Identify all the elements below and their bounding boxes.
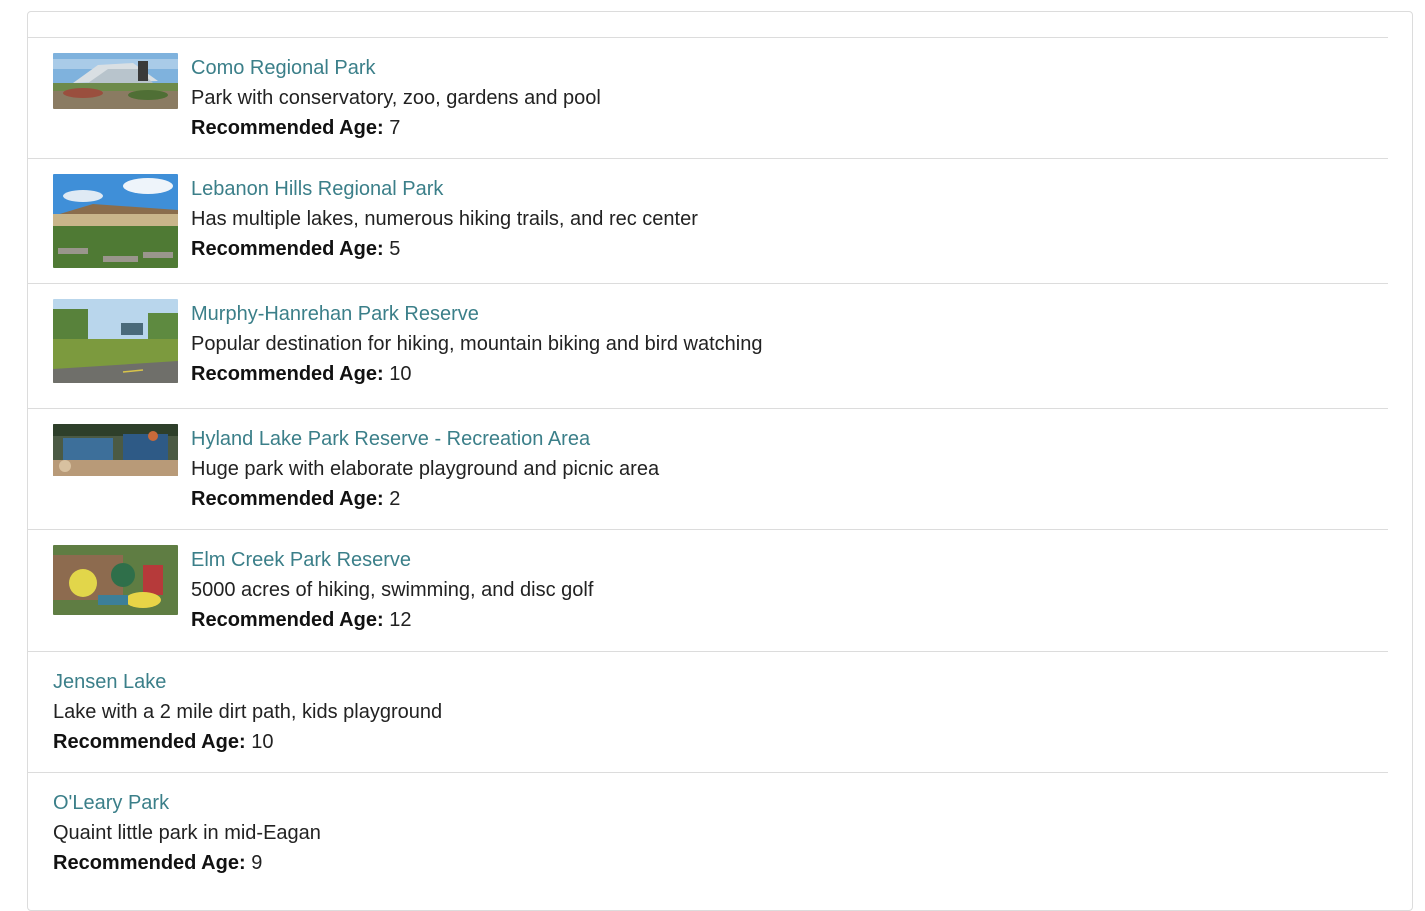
age-label: Recommended Age: bbox=[191, 363, 384, 385]
age-label: Recommended Age: bbox=[191, 488, 384, 510]
park-thumbnail bbox=[53, 424, 178, 476]
park-title-link[interactable]: Elm Creek Park Reserve bbox=[191, 545, 593, 575]
park-description: Has multiple lakes, numerous hiking trai… bbox=[191, 208, 698, 230]
park-description: Lake with a 2 mile dirt path, kids playg… bbox=[53, 701, 443, 723]
park-description: Quaint little park in mid-Eagan bbox=[53, 822, 321, 844]
age-value: 7 bbox=[389, 117, 401, 139]
park-description: Popular destination for hiking, mountain… bbox=[191, 333, 763, 355]
list-item: Lebanon Hills Regional Park Has multiple… bbox=[28, 158, 1388, 283]
park-title-link[interactable]: Hyland Lake Park Reserve - Recreation Ar… bbox=[191, 424, 659, 454]
age-value: 5 bbox=[389, 238, 401, 260]
park-title-link[interactable]: Como Regional Park bbox=[191, 53, 601, 83]
park-description: Huge park with elaborate playground and … bbox=[191, 458, 660, 480]
park-title-link[interactable]: O'Leary Park bbox=[53, 788, 1388, 818]
recommended-age: Recommended Age: 10 bbox=[191, 359, 762, 389]
park-thumbnail bbox=[53, 299, 178, 383]
park-thumbnail bbox=[53, 53, 178, 109]
recommended-age: Recommended Age: 10 bbox=[53, 727, 1388, 757]
age-value: 9 bbox=[251, 852, 263, 874]
list-item: Como Regional Park Park with conservator… bbox=[28, 37, 1388, 158]
age-value: 10 bbox=[389, 363, 412, 385]
age-value: 2 bbox=[389, 488, 401, 510]
age-label: Recommended Age: bbox=[53, 731, 246, 753]
park-description: 5000 acres of hiking, swimming, and disc… bbox=[191, 579, 594, 601]
age-label: Recommended Age: bbox=[53, 852, 246, 874]
age-label: Recommended Age: bbox=[191, 609, 384, 631]
park-title-link[interactable]: Murphy-Hanrehan Park Reserve bbox=[191, 299, 762, 329]
park-description: Park with conservatory, zoo, gardens and… bbox=[191, 87, 601, 109]
recommended-age: Recommended Age: 7 bbox=[191, 113, 601, 143]
list-item: Murphy-Hanrehan Park Reserve Popular des… bbox=[28, 283, 1388, 408]
list-item: O'Leary Park Quaint little park in mid-E… bbox=[28, 772, 1388, 893]
list-item: Elm Creek Park Reserve 5000 acres of hik… bbox=[28, 529, 1388, 651]
park-title-link[interactable]: Lebanon Hills Regional Park bbox=[191, 174, 698, 204]
age-value: 10 bbox=[251, 731, 274, 753]
recommended-age: Recommended Age: 5 bbox=[191, 234, 698, 264]
park-thumbnail bbox=[53, 174, 178, 268]
age-label: Recommended Age: bbox=[191, 117, 384, 139]
recommended-age: Recommended Age: 9 bbox=[53, 848, 1388, 878]
park-thumbnail bbox=[53, 545, 178, 615]
list-item: Hyland Lake Park Reserve - Recreation Ar… bbox=[28, 408, 1388, 529]
recommended-age: Recommended Age: 12 bbox=[191, 605, 593, 635]
age-value: 12 bbox=[389, 609, 412, 631]
parks-list: Como Regional Park Park with conservator… bbox=[28, 37, 1388, 893]
parks-card: Como Regional Park Park with conservator… bbox=[27, 11, 1413, 911]
age-label: Recommended Age: bbox=[191, 238, 384, 260]
park-title-link[interactable]: Jensen Lake bbox=[53, 667, 1388, 697]
list-item: Jensen Lake Lake with a 2 mile dirt path… bbox=[28, 651, 1388, 772]
recommended-age: Recommended Age: 2 bbox=[191, 484, 659, 514]
